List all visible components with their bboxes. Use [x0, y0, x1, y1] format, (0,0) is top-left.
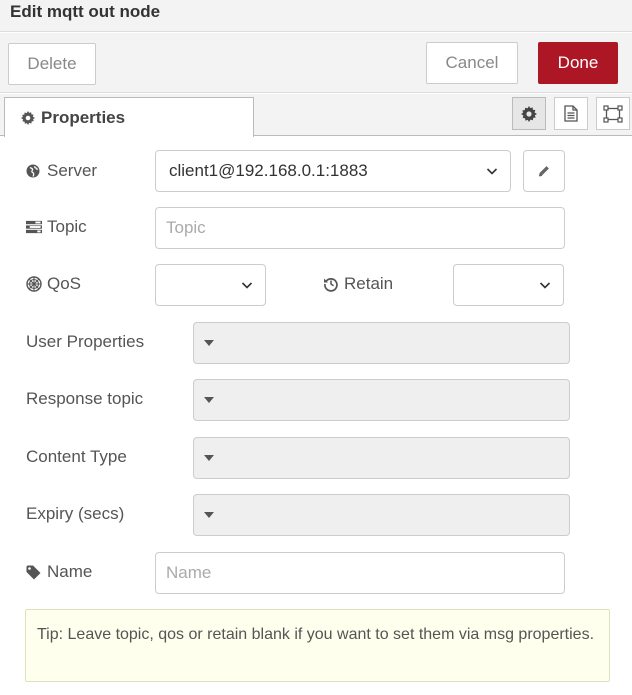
pencil-icon: [537, 164, 551, 178]
tab-properties-label: Properties: [41, 107, 126, 127]
qos-select[interactable]: [155, 264, 266, 306]
expiry-label-row: Expiry (secs): [26, 502, 124, 526]
user-properties-label-row: User Properties: [26, 330, 144, 354]
response-topic-label: Response topic: [26, 389, 144, 408]
dialog-toolbar: Delete Cancel Done: [0, 33, 632, 93]
tab-description-button[interactable]: [554, 97, 588, 130]
tasks-icon: [26, 220, 42, 234]
caret-down-icon: [204, 397, 214, 403]
topic-label: Topic: [47, 217, 87, 236]
retain-select[interactable]: [453, 264, 564, 306]
topic-input[interactable]: [155, 207, 565, 249]
expiry-label: Expiry (secs): [26, 504, 125, 523]
dialog-titlebar: Edit mqtt out node: [0, 0, 632, 32]
content-type-label-row: Content Type: [26, 445, 127, 469]
cancel-button[interactable]: Cancel: [426, 42, 518, 84]
globe-icon: [26, 164, 42, 178]
response-topic-field[interactable]: [193, 379, 570, 421]
dialog-title: Edit mqtt out node: [10, 2, 161, 21]
expiry-field[interactable]: [193, 494, 570, 536]
tip-box: Tip: Leave topic, qos or retain blank if…: [25, 609, 610, 682]
tab-properties[interactable]: Properties: [4, 97, 254, 137]
history-icon: [323, 276, 339, 292]
description-icon: [564, 105, 578, 122]
done-button[interactable]: Done: [538, 42, 618, 84]
server-label: Server: [47, 161, 98, 180]
gear-icon: [521, 105, 537, 122]
retain-label-row: Retain: [323, 272, 393, 296]
chevron-down-icon: [241, 279, 253, 291]
name-input[interactable]: [155, 552, 565, 594]
empire-icon: [26, 276, 42, 292]
topic-label-row: Topic: [26, 215, 87, 239]
name-label: Name: [47, 562, 93, 581]
content-type-label: Content Type: [26, 447, 127, 466]
retain-label: Retain: [344, 274, 394, 293]
caret-down-icon: [204, 455, 214, 461]
tip-text: Tip: Leave topic, qos or retain blank if…: [37, 626, 595, 643]
user-properties-field[interactable]: [193, 322, 570, 364]
tab-bar: Properties: [0, 94, 632, 137]
qos-label: QoS: [47, 274, 82, 293]
edit-server-button[interactable]: [523, 150, 565, 192]
server-select[interactable]: client1@192.168.0.1:1883: [155, 150, 511, 192]
chevron-down-icon: [486, 165, 498, 177]
appearance-icon: [603, 104, 623, 123]
user-properties-label: User Properties: [26, 332, 145, 351]
gear-icon: [21, 110, 35, 125]
name-label-row: Name: [26, 560, 92, 584]
server-select-value: client1@192.168.0.1:1883: [169, 161, 368, 180]
tag-icon: [26, 565, 42, 580]
delete-button[interactable]: Delete: [8, 43, 96, 85]
caret-down-icon: [204, 340, 214, 346]
qos-label-row: QoS: [26, 272, 81, 296]
caret-down-icon: [204, 512, 214, 518]
server-label-row: Server: [26, 159, 97, 183]
chevron-down-icon: [539, 279, 551, 291]
content-type-field[interactable]: [193, 437, 570, 479]
tab-settings-button[interactable]: [512, 97, 546, 130]
tab-appearance-button[interactable]: [596, 97, 630, 130]
response-topic-label-row: Response topic: [26, 387, 143, 411]
